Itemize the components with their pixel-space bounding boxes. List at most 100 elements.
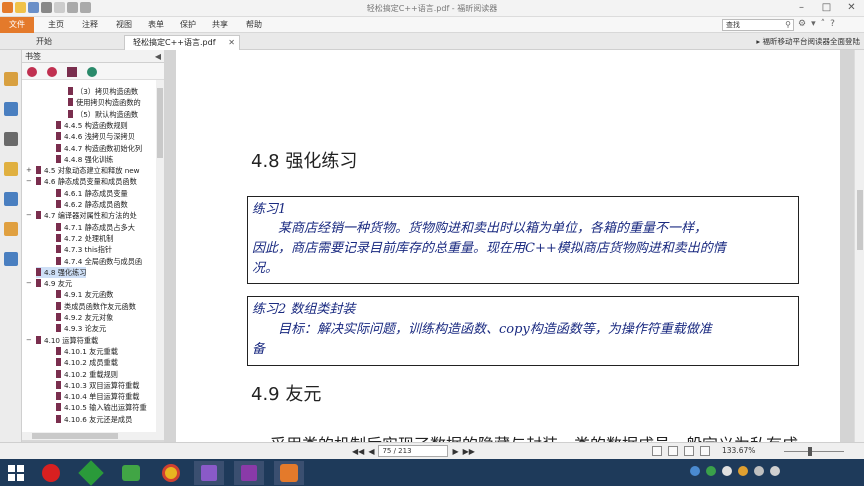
document-view[interactable]: 4.8 强化练习 练习1 某商店经销一种货物。货物购进和卖出时以箱为单位，各箱的… (164, 50, 854, 442)
delete-bookmark-icon[interactable] (47, 67, 57, 77)
tab-document[interactable]: 轻松搞定C++语言.pdf ✕ (124, 35, 240, 50)
bookmark-item[interactable]: 4.4.8 强化训练 (56, 154, 113, 165)
visual-studio-icon[interactable] (194, 461, 224, 485)
facing-page-icon[interactable] (684, 446, 694, 456)
bookmark-item[interactable]: 4.4.5 构造函数规则 (56, 120, 128, 131)
first-page-icon[interactable]: ◀◀ (352, 447, 364, 456)
collapse-icon[interactable]: − (26, 176, 32, 187)
bookmark-item[interactable]: − 4.9 友元 (26, 278, 72, 289)
comments-panel-icon[interactable] (4, 162, 18, 176)
bookmark-hscrollbar[interactable] (22, 432, 164, 440)
next-page-icon[interactable]: ▶ (452, 447, 458, 456)
collapse-ribbon-icon[interactable]: ˄ (821, 19, 826, 29)
onenote-icon[interactable] (234, 461, 264, 485)
menu-protect[interactable]: 保护 (180, 17, 196, 33)
menu-comment[interactable]: 注释 (82, 17, 98, 33)
qt-app-icon[interactable] (76, 460, 106, 486)
tray-icon[interactable] (738, 466, 748, 476)
expand-icon[interactable]: + (26, 165, 32, 176)
bookmark-item[interactable]: 4.9.1 友元函数 (56, 289, 113, 300)
close-tab-icon[interactable]: ✕ (228, 36, 235, 50)
foxit-reader-icon[interactable] (274, 461, 304, 485)
chrome-icon[interactable] (156, 461, 186, 485)
menu-form[interactable]: 表单 (148, 17, 164, 33)
collapse-icon[interactable]: − (26, 210, 32, 221)
add-bookmark-icon[interactable] (27, 67, 37, 77)
continuous-page-icon[interactable] (668, 446, 678, 456)
collapse-icon[interactable]: − (26, 278, 32, 289)
bookmark-scrollbar[interactable] (156, 80, 164, 432)
menu-share[interactable]: 共享 (212, 17, 228, 33)
bookmark-item[interactable]: 4.7.1 静态成员占多大 (56, 222, 135, 233)
signature-panel-icon[interactable] (4, 252, 18, 266)
scroll-thumb[interactable] (157, 88, 163, 158)
bookmark-panel-icon[interactable] (4, 72, 18, 86)
attachment-panel-icon[interactable] (4, 192, 18, 206)
bookmark-item[interactable]: 4.7.3 this指针 (56, 244, 112, 255)
bookmark-item[interactable]: 4.10.5 输入输出运算符重 (56, 402, 147, 413)
scroll-thumb[interactable] (857, 190, 863, 250)
bookmark-item[interactable]: 使用拷贝构造函数的 (68, 97, 141, 108)
bookmark-item[interactable]: 4.8 强化练习 (36, 266, 87, 278)
menu-help[interactable]: 帮助 (246, 17, 262, 33)
windows-start-icon[interactable] (8, 465, 24, 481)
bookmark-item[interactable]: 4.6.2 静态成员函数 (56, 199, 128, 210)
prev-page-icon[interactable]: ◀ (368, 447, 374, 456)
zoom-slider[interactable] (784, 447, 844, 456)
expand-bookmark-icon[interactable] (67, 67, 77, 77)
bookmark-item[interactable]: +4.5 对象动态建立和释放 new (26, 165, 140, 176)
collapse-panel-icon[interactable]: ◀ (155, 50, 161, 63)
pages-panel-icon[interactable] (4, 102, 18, 116)
tab-start[interactable]: 开始 (28, 35, 124, 50)
maximize-icon[interactable]: □ (814, 0, 839, 16)
volume-icon[interactable] (770, 466, 780, 476)
close-icon[interactable]: ✕ (839, 0, 864, 16)
tray-icon[interactable] (690, 466, 700, 476)
menu-home[interactable]: 主页 (48, 17, 64, 33)
bookmark-item[interactable]: − 4.6 静态成员变量和成员函数 (26, 176, 137, 187)
continuous-facing-icon[interactable] (700, 446, 710, 456)
bookmark-item[interactable]: 4.10.6 友元还是成员 (56, 414, 132, 425)
help-icon[interactable]: ? (830, 19, 835, 29)
search-icon[interactable]: ⚲ (785, 20, 791, 30)
bookmark-options-icon[interactable] (87, 67, 97, 77)
bookmark-item[interactable]: （5）默认构造函数 (68, 109, 138, 120)
bookmark-item[interactable]: 类成员函数作友元函数 (56, 301, 136, 312)
bookmark-item[interactable]: 4.10.3 双目运算符重载 (56, 380, 139, 391)
chevron-down-icon[interactable]: ▾ (811, 19, 816, 29)
collapse-icon[interactable]: − (26, 335, 32, 346)
bookmark-item[interactable]: − 4.10 运算符重载 (26, 335, 98, 346)
bookmark-item[interactable]: （3）拷贝构造函数 (68, 86, 138, 97)
bookmark-item[interactable]: 4.10.1 友元重载 (56, 346, 118, 357)
security-panel-icon[interactable] (4, 222, 18, 236)
hscroll-thumb[interactable] (32, 433, 118, 439)
bookmark-item[interactable]: − 4.7 编译器对属性和方法的处 (26, 210, 137, 221)
settings-icon[interactable]: ⚙ (798, 19, 806, 29)
bookmark-item[interactable]: 4.4.7 构造函数初始化列 (56, 143, 142, 154)
network-icon[interactable] (754, 466, 764, 476)
bookmark-item[interactable]: 4.6.1 静态成员变量 (56, 188, 128, 199)
bookmark-item[interactable]: 4.10.4 单目运算符重载 (56, 391, 139, 402)
document-scrollbar[interactable] (854, 50, 864, 442)
zoom-level[interactable]: 133.67% (722, 446, 755, 455)
minimize-icon[interactable]: – (789, 0, 814, 16)
tray-icon[interactable] (722, 466, 732, 476)
tray-icon[interactable] (706, 466, 716, 476)
bookmark-item[interactable]: 4.10.2 重载规则 (56, 369, 118, 380)
layers-panel-icon[interactable] (4, 132, 18, 146)
menu-file[interactable]: 文件 (0, 17, 34, 33)
bookmark-item[interactable]: 4.7.4 全局函数与成员函 (56, 256, 142, 267)
search-input[interactable]: 查找 ⚲ (722, 19, 794, 31)
bookmark-item[interactable]: 4.4.6 浅拷贝与深拷贝 (56, 131, 135, 142)
single-page-icon[interactable] (652, 446, 662, 456)
recorder-app-icon[interactable] (36, 461, 66, 485)
last-page-icon[interactable]: ▶▶ (463, 447, 475, 456)
menu-view[interactable]: 视图 (116, 17, 132, 33)
qt-creator-icon[interactable] (116, 461, 146, 485)
bookmark-item[interactable]: 4.9.2 友元对象 (56, 312, 113, 323)
bookmark-item[interactable]: 4.10.2 成员重载 (56, 357, 118, 368)
promo-banner[interactable]: ▸ 福昕移动平台阅读器全面登陆 (756, 35, 864, 48)
zoom-slider-handle[interactable] (808, 447, 812, 456)
page-number-input[interactable]: 75 / 213 (378, 445, 449, 457)
bookmark-item[interactable]: 4.7.2 处理机制 (56, 233, 113, 244)
